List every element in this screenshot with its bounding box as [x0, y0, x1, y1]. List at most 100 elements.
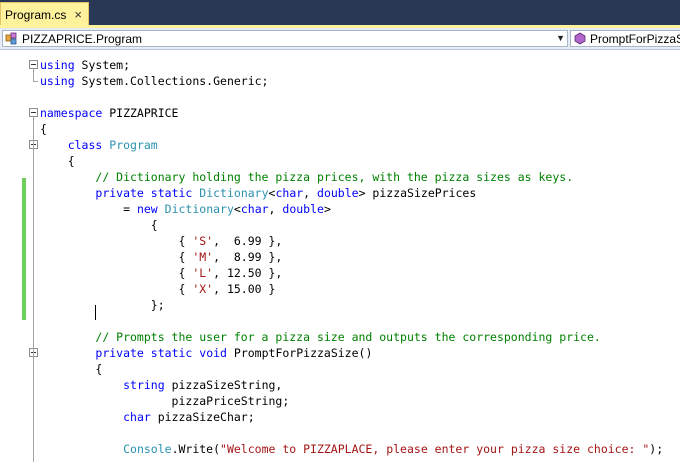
outline-guide-end: [33, 81, 38, 82]
code-line[interactable]: namespace PIZZAPRICE: [40, 105, 178, 121]
code-line[interactable]: // Prompts the user for a pizza size and…: [40, 329, 601, 345]
code-token: char: [240, 202, 269, 216]
code-line[interactable]: {: [40, 217, 158, 233]
code-line[interactable]: { 'M', 8.99 },: [40, 249, 282, 265]
code-line[interactable]: { 'X', 15.00 }: [40, 281, 275, 297]
outline-guide: [33, 69, 34, 81]
code-line[interactable]: char pizzaSizeChar;: [40, 409, 255, 425]
code-token: double: [317, 186, 359, 200]
code-token: Program: [109, 138, 158, 152]
code-token: private: [95, 186, 144, 200]
code-token: // Prompts the user for a pizza size and…: [95, 330, 601, 344]
type-dropdown-label: PIZZAPRICE.Program: [22, 31, 143, 46]
code-token: {: [40, 250, 193, 264]
code-token: 'M': [192, 250, 214, 264]
member-dropdown[interactable]: PromptForPizzaSi: [570, 30, 680, 47]
code-token: <: [233, 202, 241, 216]
code-token: using: [40, 74, 75, 88]
code-token: {: [40, 122, 47, 136]
code-token: =: [40, 202, 137, 216]
code-token: System.Collections.Generic;: [74, 74, 269, 88]
code-line[interactable]: { 'L', 12.50 },: [40, 265, 282, 281]
code-token: // Dictionary holding the pizza prices, …: [95, 170, 574, 184]
collapse-toggle-icon[interactable]: [29, 60, 38, 69]
collapse-toggle-icon[interactable]: [29, 108, 38, 117]
code-token: {: [40, 218, 158, 232]
change-bar: [22, 178, 26, 320]
code-token: {: [40, 266, 193, 280]
indicator-margin: [0, 50, 19, 458]
code-token: static: [150, 346, 193, 360]
code-token: pizzaSizeChar;: [150, 410, 255, 424]
code-token: , 8.99 },: [213, 250, 283, 264]
close-icon[interactable]: ×: [74, 8, 82, 21]
code-line[interactable]: class Program: [40, 137, 158, 153]
code-token: 'S': [192, 234, 214, 248]
chevron-down-icon: ▼: [556, 33, 565, 43]
code-token: , 12.50 },: [213, 266, 283, 280]
code-editor[interactable]: using System; using System.Collections.Ge…: [0, 50, 680, 462]
code-token: Dictionary: [199, 186, 269, 200]
type-dropdown[interactable]: PIZZAPRICE.Program ▼: [2, 30, 568, 47]
code-token: string: [123, 378, 165, 392]
code-line[interactable]: { 'S', 6.99 },: [40, 233, 282, 249]
code-line[interactable]: private static void PromptForPizzaSize(): [40, 345, 372, 361]
code-token: new: [136, 202, 158, 216]
code-token: >: [323, 202, 331, 216]
code-line[interactable]: using System;: [40, 57, 130, 73]
member-dropdown-label: PromptForPizzaSi: [590, 31, 680, 46]
code-token: double: [282, 202, 324, 216]
code-line[interactable]: = new Dictionary<char, double>: [40, 201, 331, 217]
code-token: private: [95, 346, 144, 360]
code-token: ,: [303, 186, 318, 200]
code-line[interactable]: {: [40, 121, 47, 137]
code-line[interactable]: // Dictionary holding the pizza prices, …: [40, 169, 573, 185]
code-token: {: [40, 282, 193, 296]
code-token: class: [67, 138, 103, 152]
code-token: System;: [74, 58, 131, 72]
code-token: );: [649, 442, 664, 456]
class-icon: [5, 32, 19, 45]
code-line[interactable]: {: [40, 153, 75, 169]
code-line[interactable]: string pizzaSizeString,: [40, 377, 282, 393]
tab-strip: Program.cs ×: [0, 0, 680, 28]
code-token: pizzaSizeString,: [164, 378, 283, 392]
code-token: Console: [123, 442, 172, 456]
code-token: {: [40, 362, 103, 376]
code-token: "Welcome to PIZZAPLACE, please enter you…: [220, 442, 650, 456]
text-caret: [95, 305, 96, 320]
code-token: char: [275, 186, 304, 200]
method-icon: [573, 32, 587, 45]
code-line[interactable]: {: [40, 361, 102, 377]
tab-program-cs[interactable]: Program.cs ×: [0, 2, 89, 26]
code-token: {: [40, 154, 75, 168]
code-line[interactable]: using System.Collections.Generic;: [40, 73, 269, 89]
code-line[interactable]: };: [40, 297, 165, 313]
code-token: 'X': [192, 282, 214, 296]
code-token: PIZZAPRICE: [102, 106, 179, 120]
code-token: using: [40, 58, 75, 72]
code-line[interactable]: private static Dictionary<char, double> …: [40, 185, 476, 201]
outline-guide: [33, 117, 34, 462]
code-line[interactable]: pizzaPriceString;: [40, 393, 290, 409]
code-token: namespace: [40, 106, 103, 120]
code-line[interactable]: Console.Write("Welcome to PIZZAPLACE, pl…: [40, 441, 663, 457]
code-token: 'L': [192, 266, 214, 280]
tab-title: Program.cs: [5, 7, 67, 22]
code-token: PromptForPizzaSize(): [226, 346, 373, 360]
code-token: void: [199, 346, 227, 360]
code-token: char: [123, 410, 151, 424]
code-token: pizzaPriceString;: [40, 394, 290, 408]
code-token: , 15.00 }: [213, 282, 276, 296]
code-token: static: [150, 186, 193, 200]
code-token: };: [40, 298, 165, 312]
